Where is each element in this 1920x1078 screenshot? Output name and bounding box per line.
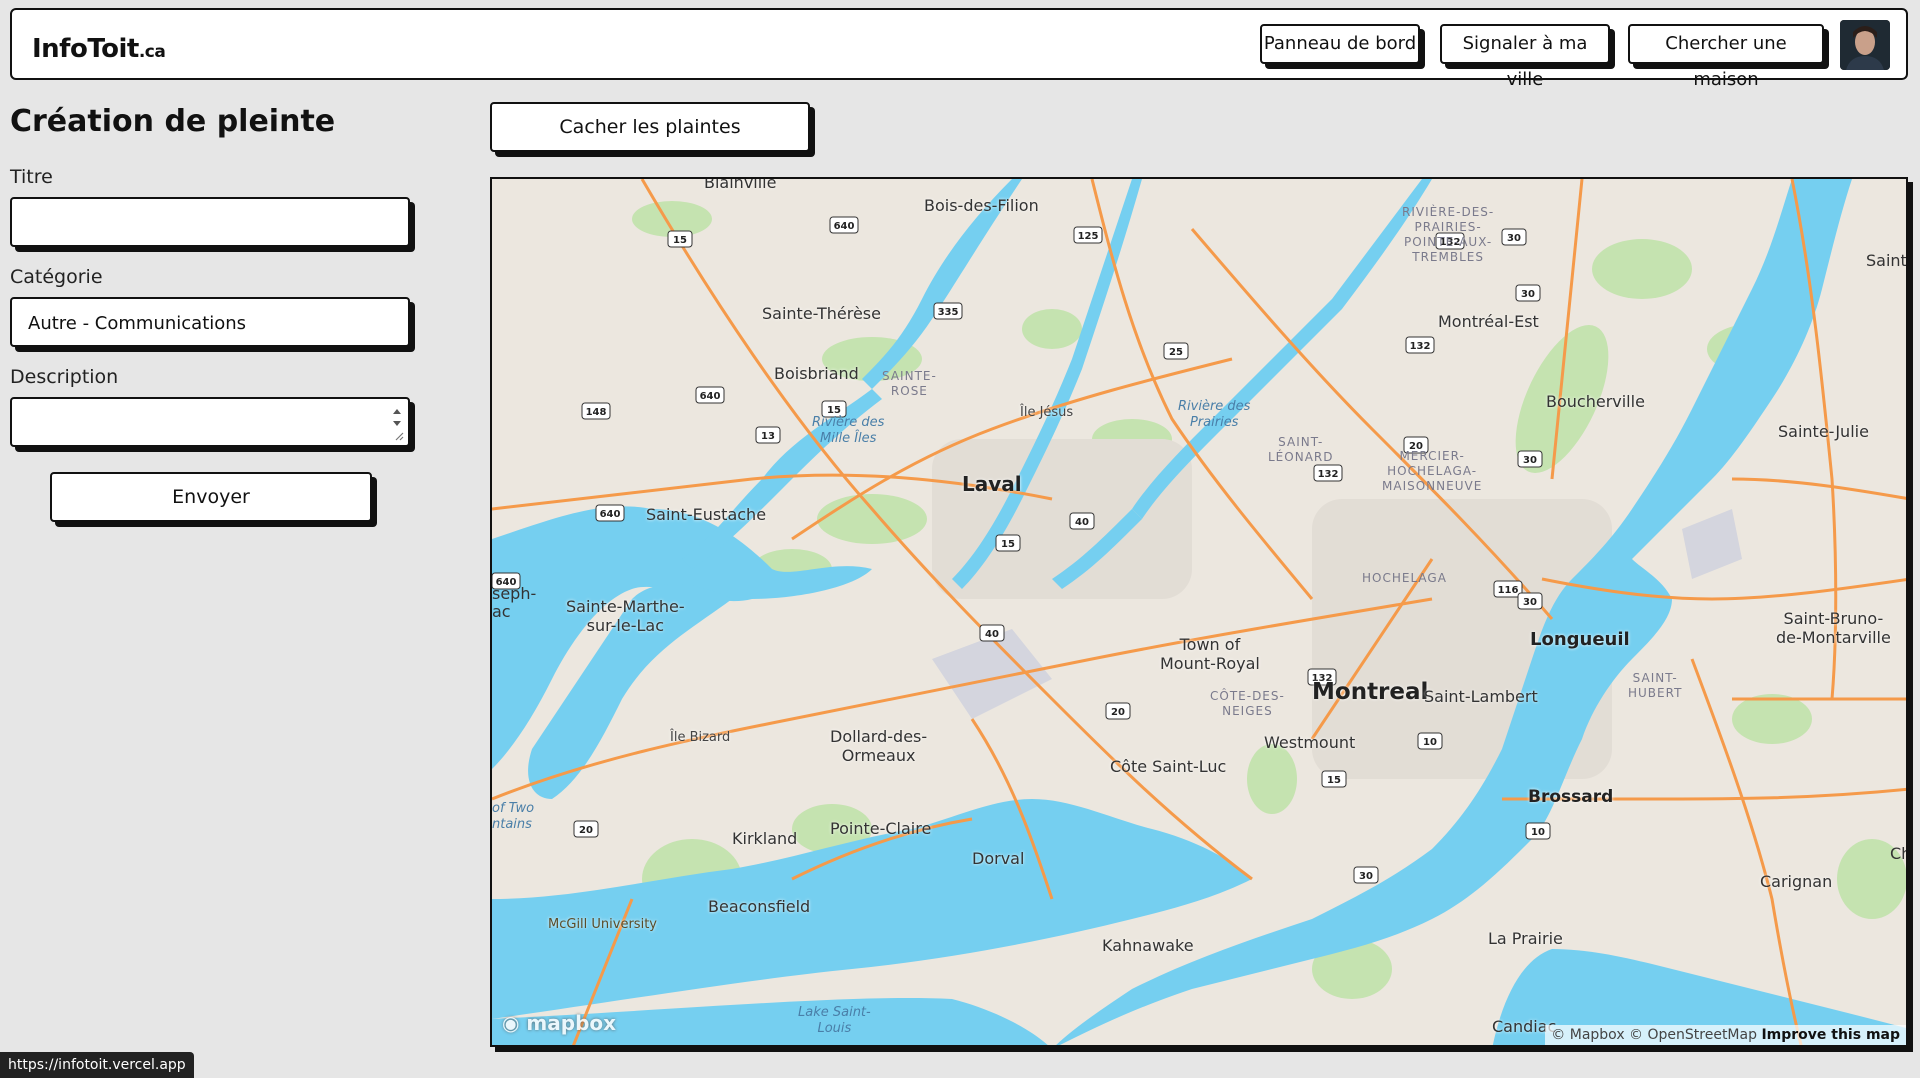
map-labels: Laval Montreal Longueuil Brossard Bouche… [492, 179, 1906, 1045]
map-label-town-mount-royal: Town of Mount-Royal [1160, 635, 1260, 673]
title-label: Titre [10, 166, 53, 188]
mapbox-logo-text: mapbox [526, 1011, 617, 1035]
category-label: Catégorie [10, 266, 103, 288]
map-label-mcgill: McGill University [548, 917, 657, 932]
map-label-saint-edge: Saint- [1866, 251, 1908, 270]
map-label-ile-jesus: Île Jésus [1020, 405, 1074, 420]
description-textarea[interactable] [10, 397, 410, 447]
map-label-saint-bruno-2: de-Montarville [1776, 628, 1891, 647]
map-label-dollard-2: Ormeaux [841, 746, 916, 765]
map-label-kirkland: Kirkland [732, 829, 798, 848]
map-label-pointe-claire: Pointe-Claire [830, 819, 932, 838]
page-title: Création de pleinte [10, 104, 336, 139]
map-label-longueuil: Longueuil [1530, 629, 1630, 650]
map-label-sainte-rose: SAINTE- ROSE [882, 369, 937, 398]
map-label-kahnawake: Kahnawake [1102, 936, 1194, 955]
map-label-boucherville: Boucherville [1546, 392, 1645, 411]
hide-complaints-button[interactable]: Cacher les plaintes [490, 102, 810, 152]
title-input[interactable] [10, 197, 410, 247]
map-label-riviere-mille-iles: Rivière des Mille Îles [812, 415, 885, 446]
top-navbar: InfoToit.ca Panneau de bord Signaler à m… [10, 8, 1908, 90]
map-label-ch-edge: Ch [1890, 844, 1906, 863]
map-label-montreal: Montreal [1312, 679, 1429, 705]
map-label-hochelaga: HOCHELAGA [1362, 571, 1447, 585]
map-label-la-prairie: La Prairie [1488, 929, 1563, 948]
mapbox-logo-icon: ◉ [502, 1011, 520, 1035]
nav-report-city-button[interactable]: Signaler à ma ville [1440, 24, 1610, 90]
map-label-bois-des-filion: Bois-des-Filion [924, 196, 1039, 215]
map-label-sainte-marthe-2: sur-le-Lac [586, 616, 665, 635]
map-label-riviere-prairies: RIVIÈRE-DES- PRAIRIES- POINTE-AUX- TREMB… [1402, 205, 1495, 264]
map-label-dorval: Dorval [972, 849, 1025, 868]
user-avatar-icon [1840, 20, 1890, 70]
map-label-saint-bruno-1: Saint-Bruno- [1783, 609, 1884, 628]
map-label-lake-saint-louis: Lake Saint- Louis [798, 1005, 871, 1036]
map-label-saint-eustache: Saint-Eustache [646, 505, 767, 524]
map-label-two-mountains: of Two ntains [492, 801, 535, 832]
map-label-brossard: Brossard [1528, 787, 1614, 807]
map-label-saint-lambert: Saint-Lambert [1424, 687, 1538, 706]
category-select-value: Autre - Communications [28, 313, 247, 334]
nav-search-house-button[interactable]: Chercher une maison [1628, 24, 1824, 90]
map-label-cote-des-neiges: CÔTE-DES- NEIGES [1210, 689, 1285, 718]
brand-tld: .ca [138, 42, 166, 62]
map-label-saint-hubert: SAINT- HUBERT [1628, 671, 1683, 700]
map-label-sainte-marthe: Sainte-Marthe-sur-le-Lac [566, 597, 685, 635]
map-label-blainville: Blainville [704, 177, 777, 192]
map-label-laval: Laval [962, 472, 1022, 496]
map-label-dollard-1: Dollard-des- [830, 727, 928, 746]
category-select[interactable]: Autre - Communications [10, 297, 410, 347]
map-label-sainte-julie: Sainte-Julie [1778, 422, 1869, 441]
map-label-ile-bizard: Île Bizard [670, 730, 731, 745]
status-url: https://infotoit.vercel.app [0, 1052, 194, 1078]
map-view[interactable]: 640 15 125 335 25 148 640 15 13 640 40 1… [490, 177, 1908, 1047]
map-label-town-of: Town of [1179, 635, 1241, 654]
map-label-sainte-therese: Sainte-Thérèse [762, 304, 881, 323]
map-attribution: © Mapbox © OpenStreetMap Improve this ma… [1545, 1025, 1906, 1045]
mapbox-logo[interactable]: ◉ mapbox [502, 1011, 616, 1035]
avatar[interactable] [1840, 20, 1890, 70]
attribution-text[interactable]: © Mapbox © OpenStreetMap [1551, 1027, 1757, 1043]
map-label-boisbriand: Boisbriand [774, 364, 859, 383]
map-label-riviere-des-prairies: Rivière des Prairies [1178, 399, 1251, 430]
map-label-saint-bruno: Saint-Bruno-de-Montarville [1776, 609, 1891, 647]
submit-button[interactable]: Envoyer [50, 472, 372, 522]
improve-map-link[interactable]: Improve this map [1761, 1027, 1900, 1043]
map-label-dollard: Dollard-des- Ormeaux [830, 727, 927, 765]
map-label-saint-joseph: seph- ac [492, 584, 537, 621]
map-label-montreal-est: Montréal-Est [1438, 312, 1539, 331]
brand-name: InfoToit [32, 34, 139, 64]
map-label-cote-saint-luc: Côte Saint-Luc [1110, 757, 1227, 776]
map-label-sainte-marthe-1: Sainte-Marthe- [566, 597, 685, 616]
resize-grip-icon[interactable] [394, 431, 404, 441]
description-label: Description [10, 366, 119, 388]
brand-logo[interactable]: InfoToit.ca [32, 34, 166, 64]
nav-dashboard-button[interactable]: Panneau de bord [1260, 24, 1420, 64]
map-label-mount-royal: Mount-Royal [1160, 654, 1260, 673]
map-label-mercier: MERCIER- HOCHELAGA- MAISONNEUVE [1382, 449, 1483, 493]
map-label-carignan: Carignan [1760, 872, 1833, 891]
map-label-westmount: Westmount [1264, 733, 1356, 752]
map-label-beaconsfield: Beaconsfield [708, 897, 811, 916]
map-label-saint-leonard: SAINT- LÉONARD [1268, 435, 1334, 464]
